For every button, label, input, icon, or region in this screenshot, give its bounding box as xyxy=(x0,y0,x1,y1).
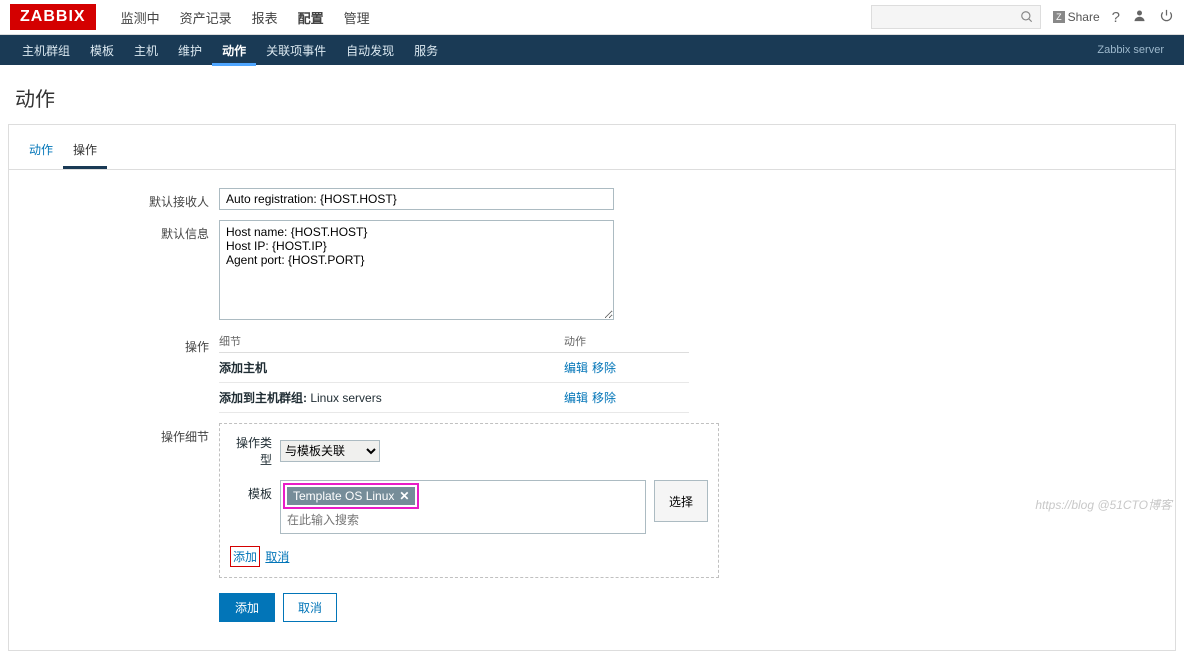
label-detail: 操作细节 xyxy=(29,423,219,622)
operation-detail-box: 操作类型 与模板关联 模板 Template OS Linux xyxy=(219,423,719,578)
template-tag[interactable]: Template OS Linux ✕ xyxy=(287,487,415,505)
subnav-templates[interactable]: 模板 xyxy=(80,35,124,66)
menu-inventory[interactable]: 资产记录 xyxy=(170,0,242,37)
label-op-type: 操作类型 xyxy=(230,434,280,468)
subnav-services[interactable]: 服务 xyxy=(404,35,448,66)
label-default-recipient: 默认接收人 xyxy=(29,188,219,210)
add-button[interactable]: 添加 xyxy=(219,593,275,622)
subnav-hostgroups[interactable]: 主机群组 xyxy=(12,35,80,66)
operations-table: 细节 动作 添加主机 编辑 移除 添加到主机群组: Linux servers xyxy=(219,333,689,413)
server-name: Zabbix server xyxy=(1097,44,1172,56)
remove-template-icon[interactable]: ✕ xyxy=(399,489,409,503)
watermark: https://blog @51CTO博客 xyxy=(1035,496,1172,513)
share-button[interactable]: Z Share xyxy=(1053,10,1100,24)
op-detail: 添加到主机群组: Linux servers xyxy=(219,389,564,406)
menu-config[interactable]: 配置 xyxy=(288,0,334,37)
subnav-maintenance[interactable]: 维护 xyxy=(168,35,212,66)
subnav-actions[interactable]: 动作 xyxy=(212,35,256,66)
menu-monitoring[interactable]: 监测中 xyxy=(111,0,170,37)
ops-header-detail: 细节 xyxy=(219,333,564,349)
op-edit-link[interactable]: 编辑 xyxy=(564,359,588,376)
op-remove-link[interactable]: 移除 xyxy=(592,359,616,376)
subnav-correlation[interactable]: 关联项事件 xyxy=(256,35,336,66)
op-remove-link[interactable]: 移除 xyxy=(592,389,616,406)
textarea-default-info[interactable] xyxy=(219,220,614,320)
cancel-button[interactable]: 取消 xyxy=(283,593,337,622)
label-default-info: 默认信息 xyxy=(29,220,219,323)
op-detail: 添加主机 xyxy=(219,359,564,376)
label-operations: 操作 xyxy=(29,333,219,413)
detail-cancel-link[interactable]: 取消 xyxy=(265,550,289,564)
power-icon[interactable] xyxy=(1159,8,1174,27)
tab-action[interactable]: 动作 xyxy=(19,135,63,169)
sub-navigation: 主机群组 模板 主机 维护 动作 关联项事件 自动发现 服务 Zabbix se… xyxy=(0,35,1184,65)
subnav-hosts[interactable]: 主机 xyxy=(124,35,168,66)
menu-reports[interactable]: 报表 xyxy=(242,0,288,37)
user-icon[interactable] xyxy=(1132,8,1147,27)
detail-add-link[interactable]: 添加 xyxy=(233,550,257,564)
help-icon[interactable]: ? xyxy=(1112,9,1120,26)
page-title: 动作 xyxy=(0,65,1184,124)
tabs: 动作 操作 xyxy=(9,125,1175,170)
select-op-type[interactable]: 与模板关联 xyxy=(280,440,380,462)
top-header: ZABBIX 监测中 资产记录 报表 配置 管理 Z Share ? xyxy=(0,0,1184,35)
select-template-button[interactable]: 选择 xyxy=(654,480,708,522)
op-edit-link[interactable]: 编辑 xyxy=(564,389,588,406)
tab-operations[interactable]: 操作 xyxy=(63,135,107,169)
subnav-discovery[interactable]: 自动发现 xyxy=(336,35,404,66)
zabbix-logo[interactable]: ZABBIX xyxy=(10,4,96,30)
search-icon[interactable] xyxy=(1020,10,1034,27)
ops-header-action: 动作 xyxy=(564,333,586,349)
content-box: 动作 操作 默认接收人 默认信息 操作 细节 动作 xyxy=(8,124,1176,651)
label-template: 模板 xyxy=(230,480,280,502)
search-input[interactable] xyxy=(871,5,1041,29)
template-search-input[interactable] xyxy=(283,509,643,531)
input-default-recipient[interactable] xyxy=(219,188,614,210)
operation-row: 添加到主机群组: Linux servers 编辑 移除 xyxy=(219,383,689,413)
operation-row: 添加主机 编辑 移除 xyxy=(219,353,689,383)
top-menu: 监测中 资产记录 报表 配置 管理 xyxy=(111,0,380,37)
menu-admin[interactable]: 管理 xyxy=(334,0,380,37)
template-select-wrap[interactable]: Template OS Linux ✕ xyxy=(280,480,646,534)
